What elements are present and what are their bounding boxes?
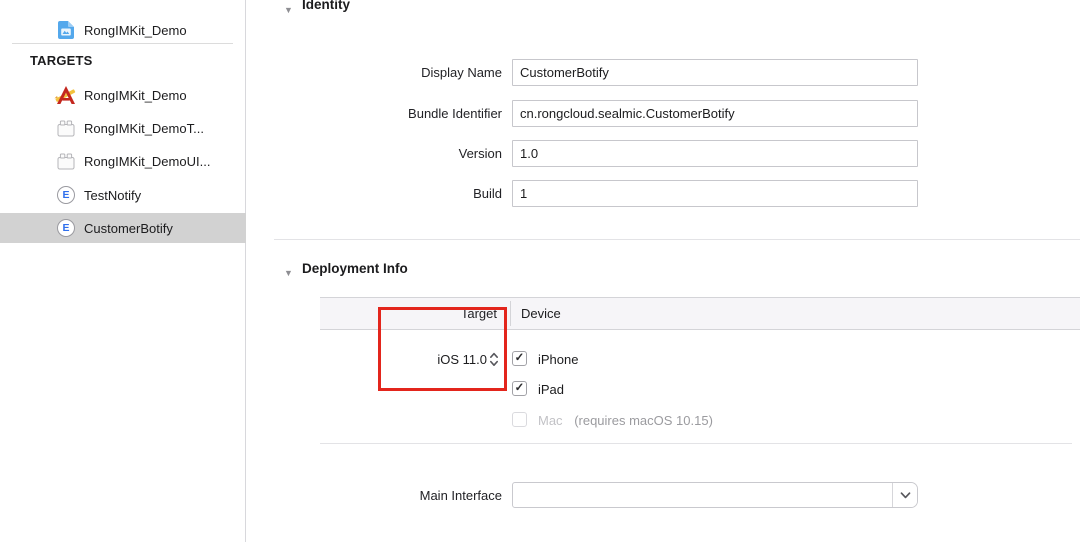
ipad-checkbox[interactable]: ✓ (512, 381, 527, 396)
sidebar-target-rongimkit-demo[interactable]: RongIMKit_Demo (0, 80, 246, 110)
app-extension-icon: E (53, 213, 79, 243)
identity-section-title: Identity (302, 0, 351, 12)
target-item-label: TestNotify (84, 187, 142, 203)
mac-requirement-note: (requires macOS 10.15) (574, 413, 713, 428)
version-field[interactable] (512, 140, 918, 167)
main-interface-label: Main Interface (419, 488, 502, 503)
sidebar-separator (12, 43, 233, 44)
test-bundle-icon (53, 113, 79, 143)
deployment-target-value[interactable]: iOS 11.0 (380, 352, 487, 367)
version-label: Version (458, 146, 502, 161)
bundle-identifier-field[interactable] (512, 100, 918, 127)
ipad-label: iPad (538, 382, 565, 397)
bundle-identifier-label: Bundle Identifier (408, 106, 502, 121)
target-item-label: RongIMKit_DemoT... (84, 120, 204, 136)
app-extension-icon: E (53, 180, 79, 210)
mac-checkbox[interactable] (512, 412, 527, 427)
targets-section-header: TARGETS (30, 53, 93, 68)
deployment-disclosure-triangle[interactable]: ▼ (284, 264, 293, 279)
sidebar-project-item[interactable]: RongIMKit_Demo (0, 15, 246, 45)
section-divider (274, 239, 1080, 240)
app-target-icon (53, 80, 79, 110)
main-interface-value[interactable] (513, 483, 893, 507)
iphone-checkbox[interactable]: ✓ (512, 351, 527, 366)
device-column-header: Device (521, 306, 561, 321)
display-name-label: Display Name (421, 65, 502, 80)
project-navigator: RongIMKit_Demo TARGETS RongIMKit_Demo Ro… (0, 0, 246, 542)
sidebar-target-demo-tests[interactable]: RongIMKit_DemoT... (0, 113, 246, 143)
column-divider (510, 301, 511, 326)
project-file-icon (53, 15, 79, 45)
chevron-down-icon[interactable] (892, 483, 917, 507)
deployment-section-title: Deployment Info (302, 261, 408, 276)
mac-label: Mac (538, 413, 563, 428)
section-divider (320, 443, 1072, 444)
main-interface-combobox[interactable] (512, 482, 918, 508)
sidebar-target-demo-uitests[interactable]: RongIMKit_DemoUI... (0, 146, 246, 176)
display-name-field[interactable] (512, 59, 918, 86)
project-item-label: RongIMKit_Demo (84, 22, 187, 38)
identity-disclosure-triangle[interactable]: ▼ (284, 1, 293, 16)
sidebar-target-customerbotify-selected[interactable]: E CustomerBotify (0, 213, 246, 243)
target-column-header: Target (460, 306, 497, 321)
target-item-label: RongIMKit_DemoUI... (84, 153, 211, 169)
sidebar-target-testnotify[interactable]: E TestNotify (0, 180, 246, 210)
test-bundle-icon (53, 146, 79, 176)
build-label: Build (473, 186, 502, 201)
stepper-icon[interactable] (489, 351, 499, 371)
target-item-label: RongIMKit_Demo (84, 87, 187, 103)
build-field[interactable] (512, 180, 918, 207)
iphone-label: iPhone (538, 352, 579, 367)
target-item-label: CustomerBotify (84, 220, 173, 236)
mac-label-row: Mac (requires macOS 10.15) (538, 413, 713, 428)
